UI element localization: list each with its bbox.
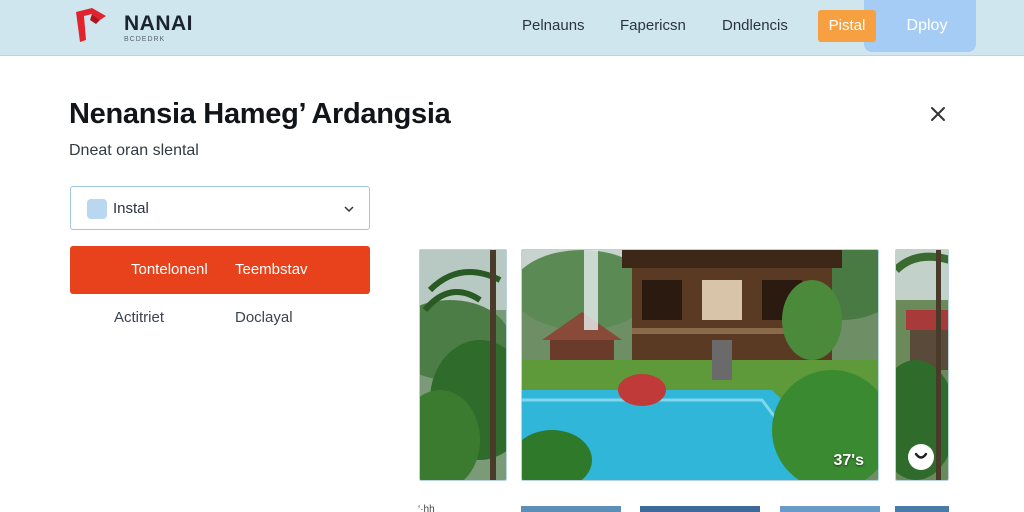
- favorite-button[interactable]: [908, 444, 934, 470]
- gallery-thumb-right[interactable]: [895, 249, 949, 481]
- gallery-main-image[interactable]: 37's: [521, 249, 879, 481]
- partial-caption: ‘·hh: [418, 504, 435, 512]
- heart-icon: [914, 452, 928, 459]
- deploy-button[interactable]: Dploy: [864, 0, 976, 52]
- install-select[interactable]: Instal: [70, 186, 370, 230]
- chevron-down-icon: [344, 206, 354, 213]
- nav-item-3[interactable]: Dndlencis: [722, 17, 788, 34]
- brand-tagline: BCDEDRK: [124, 36, 166, 43]
- logo-mark-icon: [76, 8, 106, 42]
- top-header: NANAI BCDEDRK Pelnauns Fapericsn Dndlenc…: [0, 0, 1024, 56]
- nav-item-2[interactable]: Fapericsn: [620, 17, 686, 34]
- secondary-link-2[interactable]: Doclayal: [235, 309, 293, 326]
- nav-item-1[interactable]: Pelnauns: [522, 17, 585, 34]
- dialog-subtitle: Dneat oran slental: [69, 142, 199, 159]
- jungle-image: [420, 250, 506, 480]
- next-row-thumb-1[interactable]: [521, 506, 621, 512]
- secondary-link-1[interactable]: Actitriet: [114, 309, 164, 326]
- install-button[interactable]: Pistal: [818, 10, 876, 42]
- brand-name: NANAI: [124, 12, 193, 35]
- photo-count: 37's: [833, 452, 865, 469]
- brand-logo[interactable]: NANAI BCDEDRK: [72, 6, 202, 46]
- primary-action-button[interactable]: Tontelonenl Teembstav: [70, 246, 370, 294]
- primary-right-label: Teembstav: [235, 261, 308, 278]
- app-icon: [87, 199, 107, 219]
- close-icon: [931, 107, 945, 121]
- next-row-thumb-4[interactable]: [895, 506, 949, 512]
- close-button[interactable]: [926, 102, 950, 126]
- primary-left-label: Tontelonenl: [131, 261, 208, 278]
- resort-pool-image: [522, 250, 878, 480]
- select-value: Instal: [113, 200, 149, 217]
- dialog-title: Nenansia Hameg’ Ardangsia: [69, 98, 451, 130]
- gallery-thumb-left[interactable]: [419, 249, 507, 481]
- next-row-thumb-2[interactable]: [640, 506, 760, 512]
- next-row-thumb-3[interactable]: [780, 506, 880, 512]
